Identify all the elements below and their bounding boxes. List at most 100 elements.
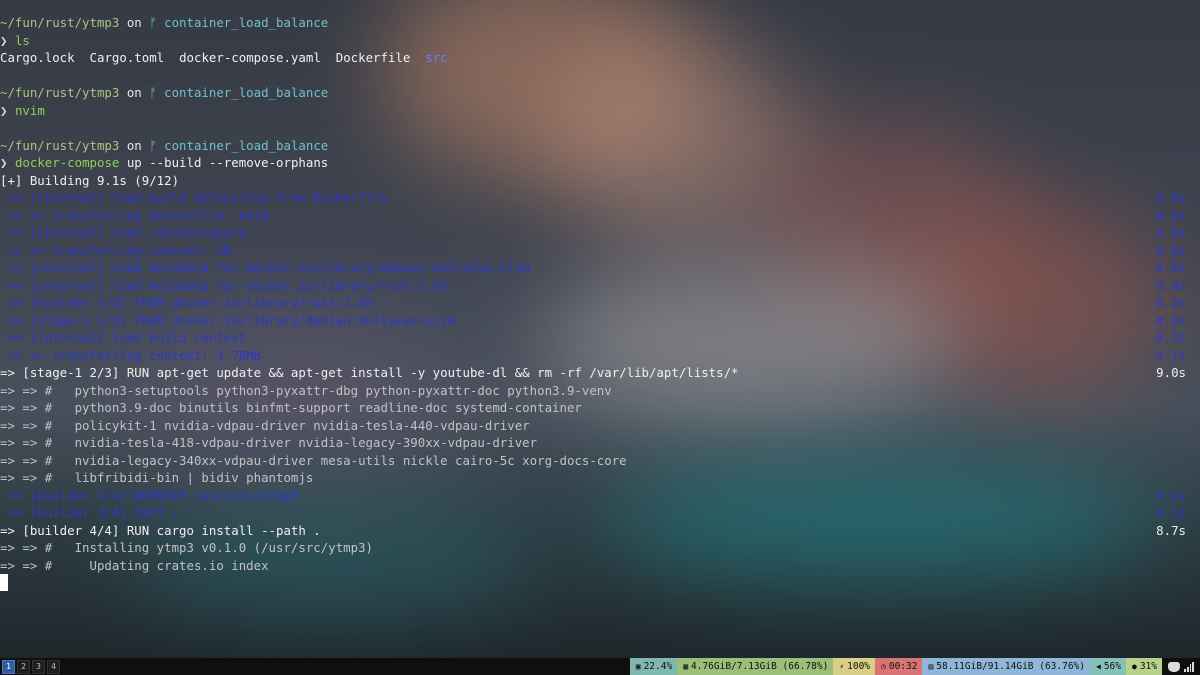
terminal-cursor	[0, 574, 8, 591]
build-step-text: => => # python3.9-doc binutils binfmt-su…	[0, 400, 582, 415]
build-step-text: => => transferring dockerfile: 441B	[0, 207, 269, 223]
workspace-switcher: 1 2 3 4	[2, 659, 62, 674]
build-step-text: => => # Updating crates.io index	[0, 557, 269, 573]
build-line: => => transferring dockerfile: 441B 0.0s	[0, 207, 1200, 225]
build-line: => => # libfribidi-bin | bidiv phantomjs	[0, 469, 1200, 487]
build-step-time: 0.2s	[1156, 295, 1186, 310]
build-line: => [internal] load .dockerignore 0.0s	[0, 224, 1200, 242]
workspace-button[interactable]: 2	[17, 659, 30, 674]
build-step-text: => [internal] load build definition from…	[0, 190, 388, 205]
build-line: => [stage-1 2/3] RUN apt-get update && a…	[0, 364, 1200, 382]
command-line: ❯ ls	[0, 32, 30, 48]
build-step-text: => [builder 2/4] WORKDIR /usr/src/ytmp3	[0, 487, 299, 503]
status-bar: 1 2 3 4 ▣ 22.4% ▦ 4.76GiB/7.13GiB (66.78%) ⚡…	[0, 658, 1200, 675]
build-line: => => # python3-setuptools python3-pyxat…	[0, 382, 1200, 400]
build-step-text: => => # nvidia-legacy-340xx-vdpau-driver…	[0, 452, 627, 468]
volume-icon: ◀	[1096, 662, 1101, 671]
build-step-text: => => # Installing ytmp3 v0.1.0 (/usr/sr…	[0, 540, 373, 555]
build-step-text: => [builder 1/4] FROM docker.io/library/…	[0, 295, 373, 310]
network-icon[interactable]	[1184, 661, 1194, 672]
build-step-text: => => # python3-setuptools python3-pyxat…	[0, 382, 612, 398]
build-line: => => # nvidia-tesla-418-vdpau-driver nv…	[0, 434, 1200, 452]
build-step-time: 0.0s	[1156, 225, 1186, 240]
prompt-line: ~/fun/rust/ytmp3 on ᚠ container_load_bal…	[0, 85, 329, 100]
build-line: => => # Installing ytmp3 v0.1.0 (/usr/sr…	[0, 539, 1200, 557]
prompt-line: ~/fun/rust/ytmp3 on ᚠ container_load_bal…	[0, 15, 329, 30]
build-line: => => transferring context: 2B 0.0s	[0, 242, 1200, 260]
build-step-time: 0.0s	[1156, 260, 1186, 275]
build-step-time: 8.7s	[1156, 522, 1186, 538]
memory-value: 4.76GiB/7.13GiB (66.78%)	[691, 661, 829, 672]
build-step-time: 0.0s	[1156, 190, 1186, 205]
terminal[interactable]: ~/fun/rust/ytmp3 on ᚠ container_load_bal…	[0, 14, 1200, 592]
build-step-time: 0.0s	[1156, 312, 1186, 328]
build-step-text: => => # libfribidi-bin | bidiv phantomjs	[0, 470, 314, 485]
ls-output: Cargo.lock Cargo.toml docker-compose.yam…	[0, 50, 448, 65]
build-line: => [builder 1/4] FROM docker.io/library/…	[0, 294, 1200, 312]
build-step-time: 0.1s	[1156, 487, 1186, 503]
memory-icon: ▦	[683, 662, 689, 671]
status-modules: ▣ 22.4% ▦ 4.76GiB/7.13GiB (66.78%) ⚡ 100% ◷ 00:…	[629, 658, 1162, 675]
build-step-text: => [internal] load build context	[0, 330, 247, 345]
battery-value: 100%	[847, 661, 871, 672]
build-step-time: 0.1s	[1156, 347, 1186, 363]
disk-value: 58.11GiB/91.14GiB (63.76%)	[936, 661, 1085, 672]
build-line: => [builder 4/4] RUN cargo install --pat…	[0, 522, 1200, 540]
volume-module[interactable]: ◀ 56%	[1090, 658, 1126, 675]
battery-module[interactable]: ⚡ 100%	[833, 658, 876, 675]
build-step-text: => [internal] load .dockerignore	[0, 225, 247, 240]
workspace-button[interactable]: 3	[32, 659, 45, 674]
build-line: => [internal] load metadata for docker.i…	[0, 277, 1200, 295]
build-line: => [stage-1 1/3] FROM docker.io/library/…	[0, 312, 1200, 330]
workspace-button[interactable]: 4	[47, 659, 60, 674]
build-line: => [internal] load build context 0.2s	[0, 329, 1200, 347]
build-line: => [builder 3/4] COPY . . 0.1s	[0, 504, 1200, 522]
cursor-line	[0, 574, 1200, 592]
build-step-text: => => # nvidia-tesla-418-vdpau-driver nv…	[0, 435, 538, 450]
build-step-text: => [stage-1 1/3] FROM docker.io/library/…	[0, 312, 456, 328]
git-branch-icon: ᚠ	[149, 85, 157, 100]
workspace-button[interactable]: 1	[2, 659, 15, 674]
build-step-time: 0.0s	[1156, 242, 1186, 258]
cpu-value: 22.4%	[643, 661, 673, 672]
build-step-text: => [internal] load metadata for docker.i…	[0, 277, 448, 293]
system-tray	[1162, 661, 1200, 672]
build-step-time: 0.0s	[1156, 277, 1186, 293]
build-line: => => # Updating crates.io index	[0, 557, 1200, 575]
build-line: => [builder 2/4] WORKDIR /usr/src/ytmp3 0…	[0, 487, 1200, 505]
microphone-icon: ●	[1132, 662, 1137, 671]
build-step-text: => [builder 3/4] COPY . .	[0, 505, 194, 520]
build-line: => => # python3.9-doc binutils binfmt-su…	[0, 399, 1200, 417]
build-step-text: => => transferring context: 2B	[0, 242, 232, 258]
build-line: => => transferring context: 3.78MB 0.1s	[0, 347, 1200, 365]
build-status: [+] Building 9.1s (9/12)	[0, 172, 180, 188]
clock-icon: ◷	[881, 662, 886, 671]
build-step-time: 0.2s	[1156, 330, 1186, 345]
git-branch-icon: ᚠ	[149, 137, 157, 153]
battery-icon: ⚡	[839, 662, 845, 671]
prompt-line: ~/fun/rust/ytmp3 on ᚠ container_load_bal…	[0, 137, 329, 153]
build-step-text: => [stage-1 2/3] RUN apt-get update && a…	[0, 365, 739, 380]
discord-icon[interactable]	[1168, 661, 1180, 672]
build-step-time: 9.0s	[1156, 365, 1186, 380]
build-step-text: => [internal] load metadata for docker.i…	[0, 260, 530, 275]
disk-module[interactable]: ▤ 58.11GiB/91.14GiB (63.76%)	[922, 658, 1090, 675]
cpu-icon: ▣	[635, 662, 641, 671]
microphone-module[interactable]: ● 31%	[1126, 658, 1162, 675]
clock-module[interactable]: ◷ 00:32	[875, 658, 923, 675]
build-step-time: 0.1s	[1156, 505, 1186, 520]
microphone-value: 31%	[1139, 661, 1157, 672]
build-line: => [internal] load build definition from…	[0, 189, 1200, 207]
build-line: => => # nvidia-legacy-340xx-vdpau-driver…	[0, 452, 1200, 470]
git-branch-icon: ᚠ	[149, 15, 157, 30]
build-step-text: => => transferring context: 3.78MB	[0, 347, 262, 363]
cpu-module[interactable]: ▣ 22.4%	[629, 658, 678, 675]
build-step-text: => => # policykit-1 nvidia-vdpau-driver …	[0, 417, 530, 433]
command-line: ❯ nvim	[0, 102, 45, 118]
build-line: => [internal] load metadata for docker.i…	[0, 259, 1200, 277]
command-line: ❯ docker-compose up --build --remove-orp…	[0, 155, 329, 170]
clock-value: 00:32	[888, 661, 918, 672]
build-line: => => # policykit-1 nvidia-vdpau-driver …	[0, 417, 1200, 435]
memory-module[interactable]: ▦ 4.76GiB/7.13GiB (66.78%)	[677, 658, 834, 675]
volume-value: 56%	[1103, 661, 1121, 672]
